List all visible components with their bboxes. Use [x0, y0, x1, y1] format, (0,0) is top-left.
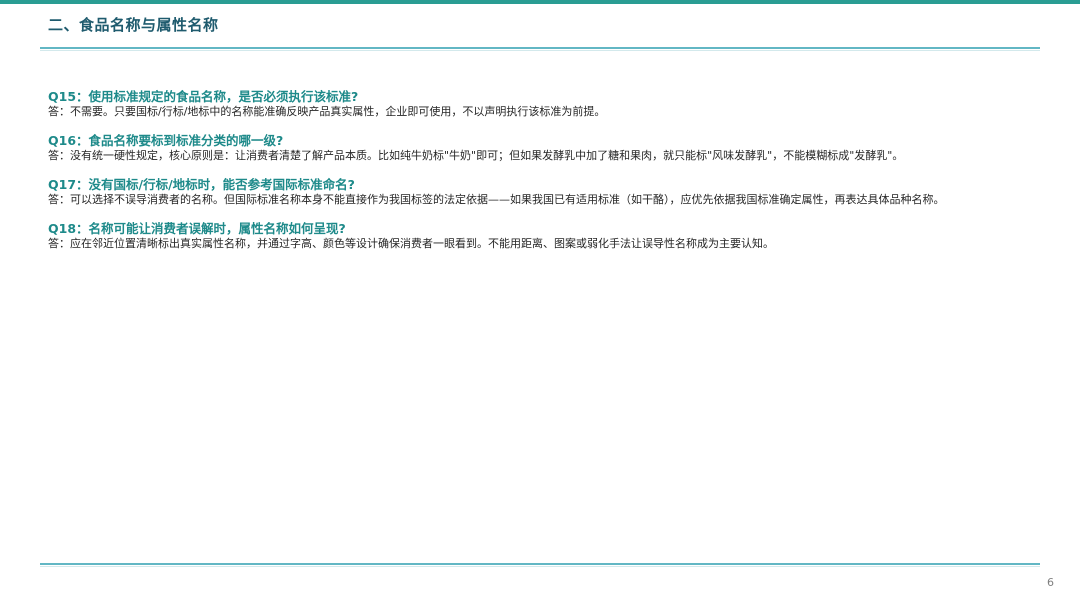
qa-item-q15: Q15：使用标准规定的食品名称，是否必须执行该标准? 答：不需要。只要国标/行标… — [48, 88, 1038, 119]
qa-item-q16: Q16：食品名称要标到标准分类的哪一级? 答：没有统一硬性规定，核心原则是：让消… — [48, 132, 1038, 163]
qa-item-q18: Q18：名称可能让消费者误解时，属性名称如何呈现? 答：应在邻近位置清晰标出真实… — [48, 220, 1038, 251]
header-divider — [40, 47, 1040, 51]
question-q17: Q17：没有国标/行标/地标时，能否参考国际标准命名? — [48, 177, 355, 192]
answer-q16: 答：没有统一硬性规定，核心原则是：让消费者清楚了解产品本质。比如纯牛奶标"牛奶"… — [48, 149, 904, 162]
answer-q17: 答：可以选择不误导消费者的名称。但国际标准名称本身不能直接作为我国标签的法定依据… — [48, 193, 945, 206]
question-q15: Q15：使用标准规定的食品名称，是否必须执行该标准? — [48, 89, 359, 104]
qa-list: Q15：使用标准规定的食品名称，是否必须执行该标准? 答：不需要。只要国标/行标… — [48, 88, 1038, 264]
footer-divider — [40, 563, 1040, 567]
answer-q18: 答：应在邻近位置清晰标出真实属性名称，并通过字高、颜色等设计确保消费者一眼看到。… — [48, 237, 774, 250]
top-accent-bar — [0, 0, 1080, 4]
section-title: 二、食品名称与属性名称 — [48, 16, 219, 34]
qa-item-q17: Q17：没有国标/行标/地标时，能否参考国际标准命名? 答：可以选择不误导消费者… — [48, 176, 1038, 207]
page-number: 6 — [1047, 576, 1054, 589]
question-q18: Q18：名称可能让消费者误解时，属性名称如何呈现? — [48, 221, 346, 236]
question-q16: Q16：食品名称要标到标准分类的哪一级? — [48, 133, 284, 148]
answer-q15: 答：不需要。只要国标/行标/地标中的名称能准确反映产品真实属性，企业即可使用，不… — [48, 105, 606, 118]
